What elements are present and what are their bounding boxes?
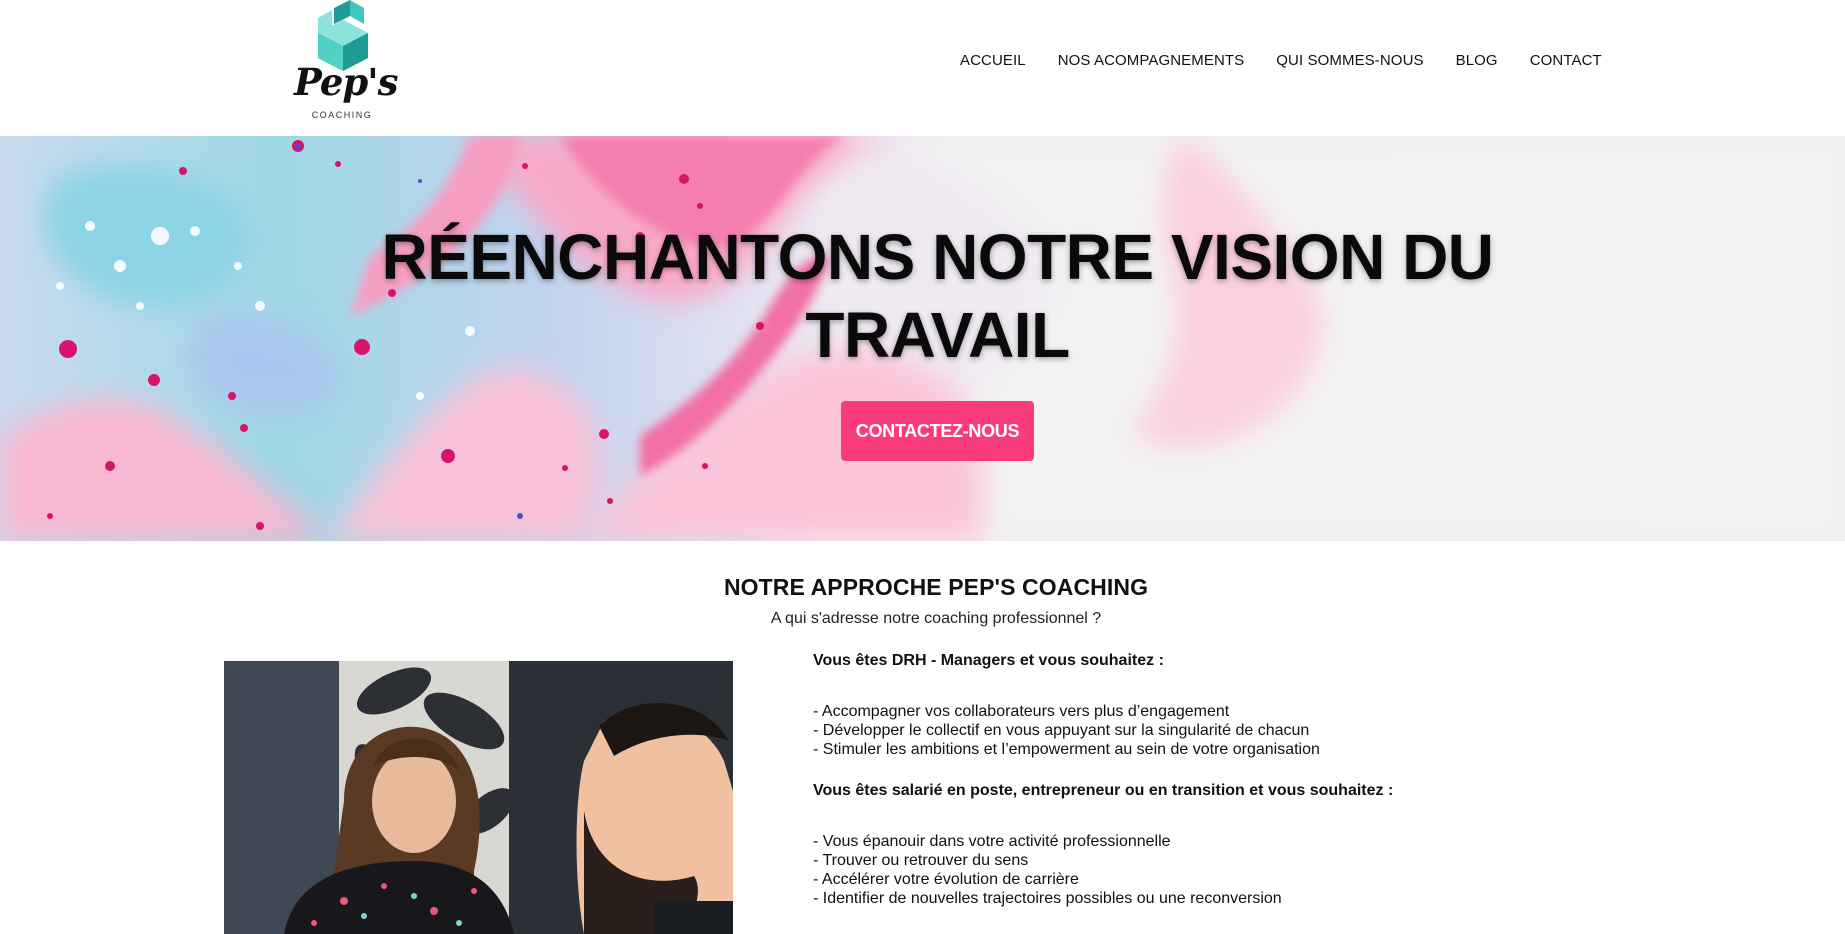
contact-us-button[interactable]: CONTACTEZ-NOUS — [841, 401, 1034, 461]
hero-title-line-2: TRAVAIL — [805, 299, 1070, 371]
list-item: - Stimuler les ambitions et l’empowermen… — [813, 741, 1320, 758]
site-header: Pep's COACHING ACCUEIL NOS ACOMPAGNEMENT… — [0, 0, 1845, 136]
audience-lead-hr-managers: Vous êtes DRH - Managers et vous souhait… — [813, 652, 1164, 669]
main-nav: ACCUEIL NOS ACOMPAGNEMENTS QUI SOMMES-NO… — [960, 50, 1602, 71]
list-item: - Identifier de nouvelles trajectoires p… — [813, 890, 1282, 907]
list-item: - Trouver ou retrouver du sens — [813, 852, 1029, 869]
list-item: - Accompagner vos collaborateurs vers pl… — [813, 703, 1230, 720]
list-item: - Développer le collectif en vous appuya… — [813, 722, 1310, 739]
coaching-session-photo — [224, 661, 733, 934]
section-subtitle: A qui s'adresse notre coaching professio… — [770, 610, 1102, 627]
nav-item-contact[interactable]: CONTACT — [1530, 50, 1602, 71]
list-item: - Accélérer votre évolution de carrière — [813, 871, 1079, 888]
nav-item-accompagnements[interactable]: NOS ACOMPAGNEMENTS — [1058, 50, 1245, 71]
logo-tagline: COACHING — [311, 110, 373, 120]
nav-item-qui-sommes-nous[interactable]: QUI SOMMES-NOUS — [1276, 50, 1423, 71]
brand-logo[interactable]: Pep's COACHING — [292, 0, 398, 124]
audience-list-hr-managers: - Accompagner vos collaborateurs vers pl… — [813, 702, 1320, 759]
nav-item-accueil[interactable]: ACCUEIL — [960, 50, 1026, 71]
nav-item-blog[interactable]: BLOG — [1456, 50, 1498, 71]
audience-lead-employees: Vous êtes salarié en poste, entrepreneur… — [813, 782, 1394, 799]
list-item: - Vous épanouir dans votre activité prof… — [813, 833, 1171, 850]
hero-title-line-1: RÉENCHANTONS NOTRE VISION DU — [381, 221, 1494, 293]
logo-wordmark: Pep's — [294, 60, 398, 104]
hero-banner: RÉENCHANTONS NOTRE VISION DU TRAVAIL CON… — [0, 136, 1845, 541]
hero-title: RÉENCHANTONS NOTRE VISION DU TRAVAIL — [0, 218, 1845, 374]
audience-list-employees: - Vous épanouir dans votre activité prof… — [813, 832, 1282, 908]
section-title: NOTRE APPROCHE PEP'S COACHING — [723, 574, 1149, 600]
